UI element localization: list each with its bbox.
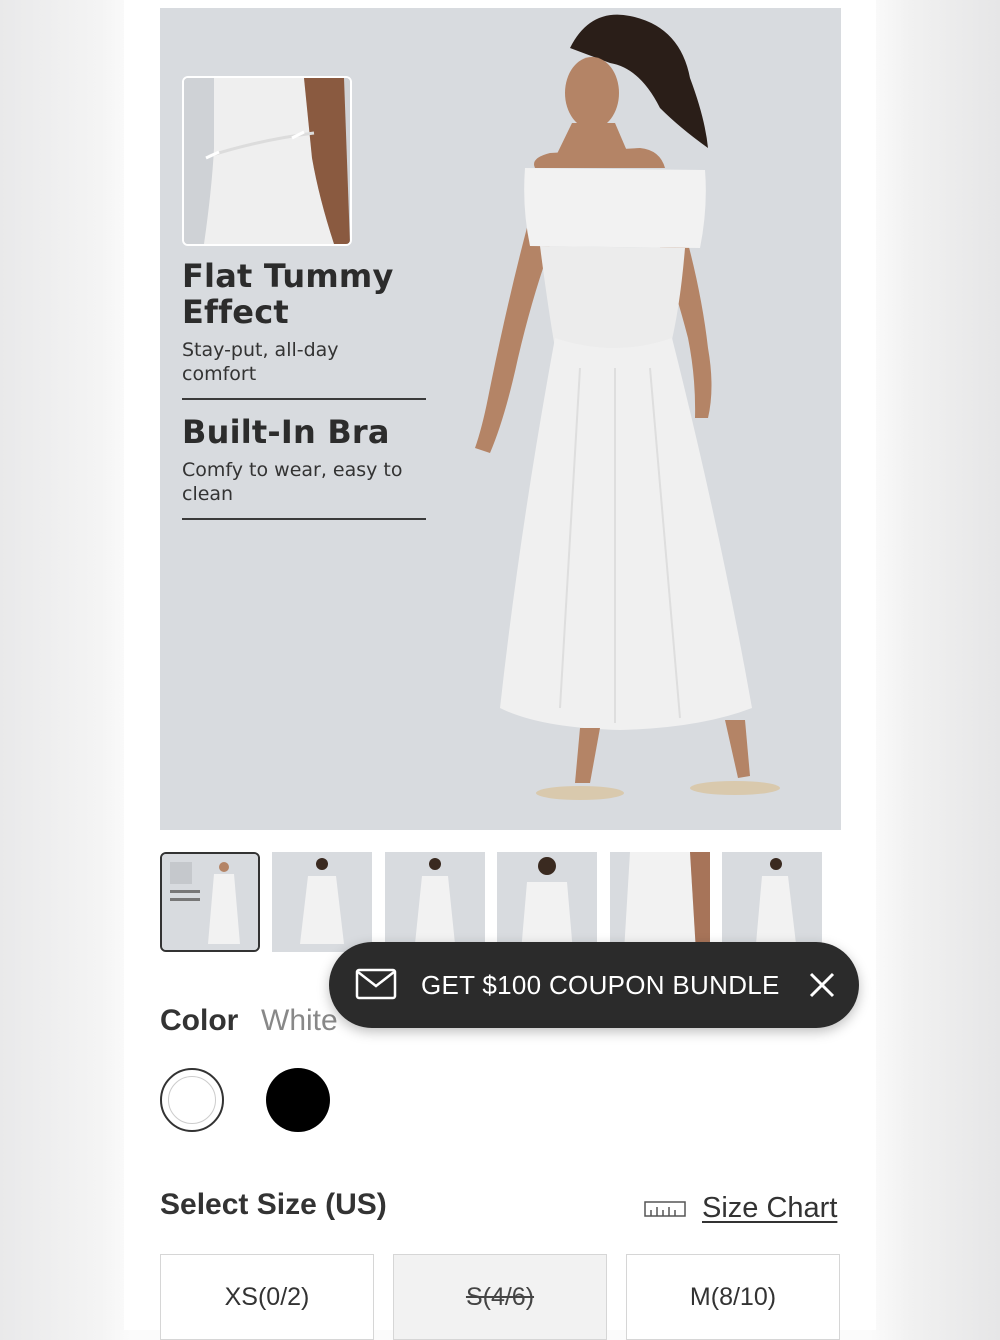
thumbnail-figure: [722, 852, 822, 952]
thumbnail-figure: [162, 854, 258, 950]
size-chart-label: Size Chart: [702, 1192, 838, 1224]
color-swatch-white[interactable]: [160, 1068, 224, 1132]
coupon-banner[interactable]: GET $100 COUPON BUNDLE: [329, 942, 859, 1028]
thumbnail-figure: [385, 852, 485, 952]
thumbnail-6[interactable]: [722, 852, 822, 952]
swatch-inner: [168, 1076, 216, 1124]
size-option-label: XS(0/2): [224, 1283, 310, 1311]
close-icon[interactable]: [807, 970, 837, 1000]
detail-inset-image: [182, 76, 352, 246]
ruler-icon: [644, 1201, 686, 1217]
thumbnail-strip: [160, 852, 841, 952]
size-option-s[interactable]: S(4/6): [393, 1254, 607, 1340]
feature-title: Built-In Bra: [182, 413, 390, 451]
size-option-label: M(8/10): [689, 1283, 777, 1311]
thumbnail-2[interactable]: [272, 852, 372, 952]
product-hero-image[interactable]: Flat Tummy Effect Stay-put, all-day comf…: [160, 8, 841, 830]
divider: [182, 398, 426, 400]
waist-detail-figure: [184, 78, 350, 244]
feature-title: Flat Tummy Effect: [182, 257, 394, 331]
thumbnail-figure: [497, 852, 597, 952]
color-label: Color: [160, 1004, 239, 1037]
divider: [182, 518, 426, 520]
thumbnail-5[interactable]: [610, 852, 710, 952]
feature-flat-tummy: Flat Tummy Effect Stay-put, all-day comf…: [182, 258, 426, 400]
feature-subtitle: Stay-put, all-day comfort: [182, 339, 339, 385]
feature-subtitle: Comfy to wear, easy to clean: [182, 459, 403, 505]
coupon-label: GET $100 COUPON BUNDLE: [421, 970, 780, 1000]
feature-built-in-bra: Built-In Bra Comfy to wear, easy to clea…: [182, 414, 426, 520]
color-swatch-black[interactable]: [266, 1068, 330, 1132]
select-size-label: Select Size (US): [160, 1188, 387, 1221]
thumbnail-3[interactable]: [385, 852, 485, 952]
envelope-icon: [355, 968, 397, 1000]
size-option-xs[interactable]: XS(0/2): [160, 1254, 374, 1340]
thumbnail-figure: [610, 852, 710, 952]
thumbnail-4[interactable]: [497, 852, 597, 952]
size-option-label: S(4/6): [465, 1283, 535, 1311]
thumbnail-figure: [272, 852, 372, 952]
color-selected-value: White: [261, 1004, 338, 1037]
size-option-m[interactable]: M(8/10): [626, 1254, 840, 1340]
thumbnail-1[interactable]: [160, 852, 260, 952]
